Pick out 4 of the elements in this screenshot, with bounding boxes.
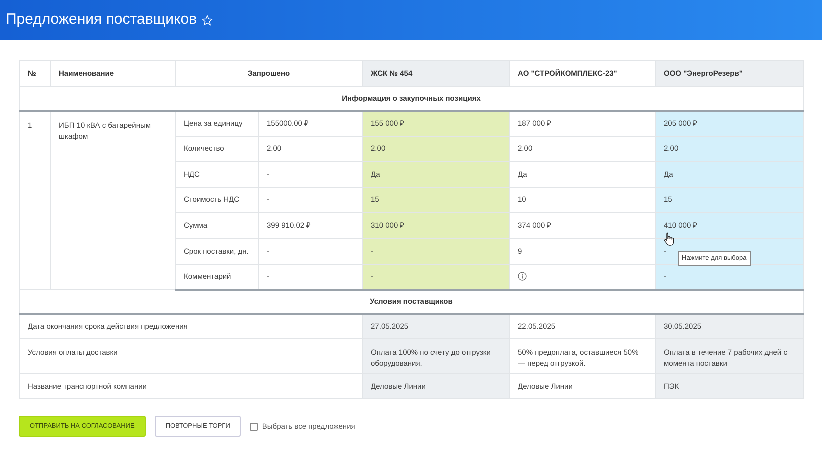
checkbox[interactable] xyxy=(250,422,258,431)
info-icon[interactable] xyxy=(518,272,528,282)
page-title: Предложения поставщиков xyxy=(6,10,198,30)
star-icon[interactable] xyxy=(202,14,214,26)
